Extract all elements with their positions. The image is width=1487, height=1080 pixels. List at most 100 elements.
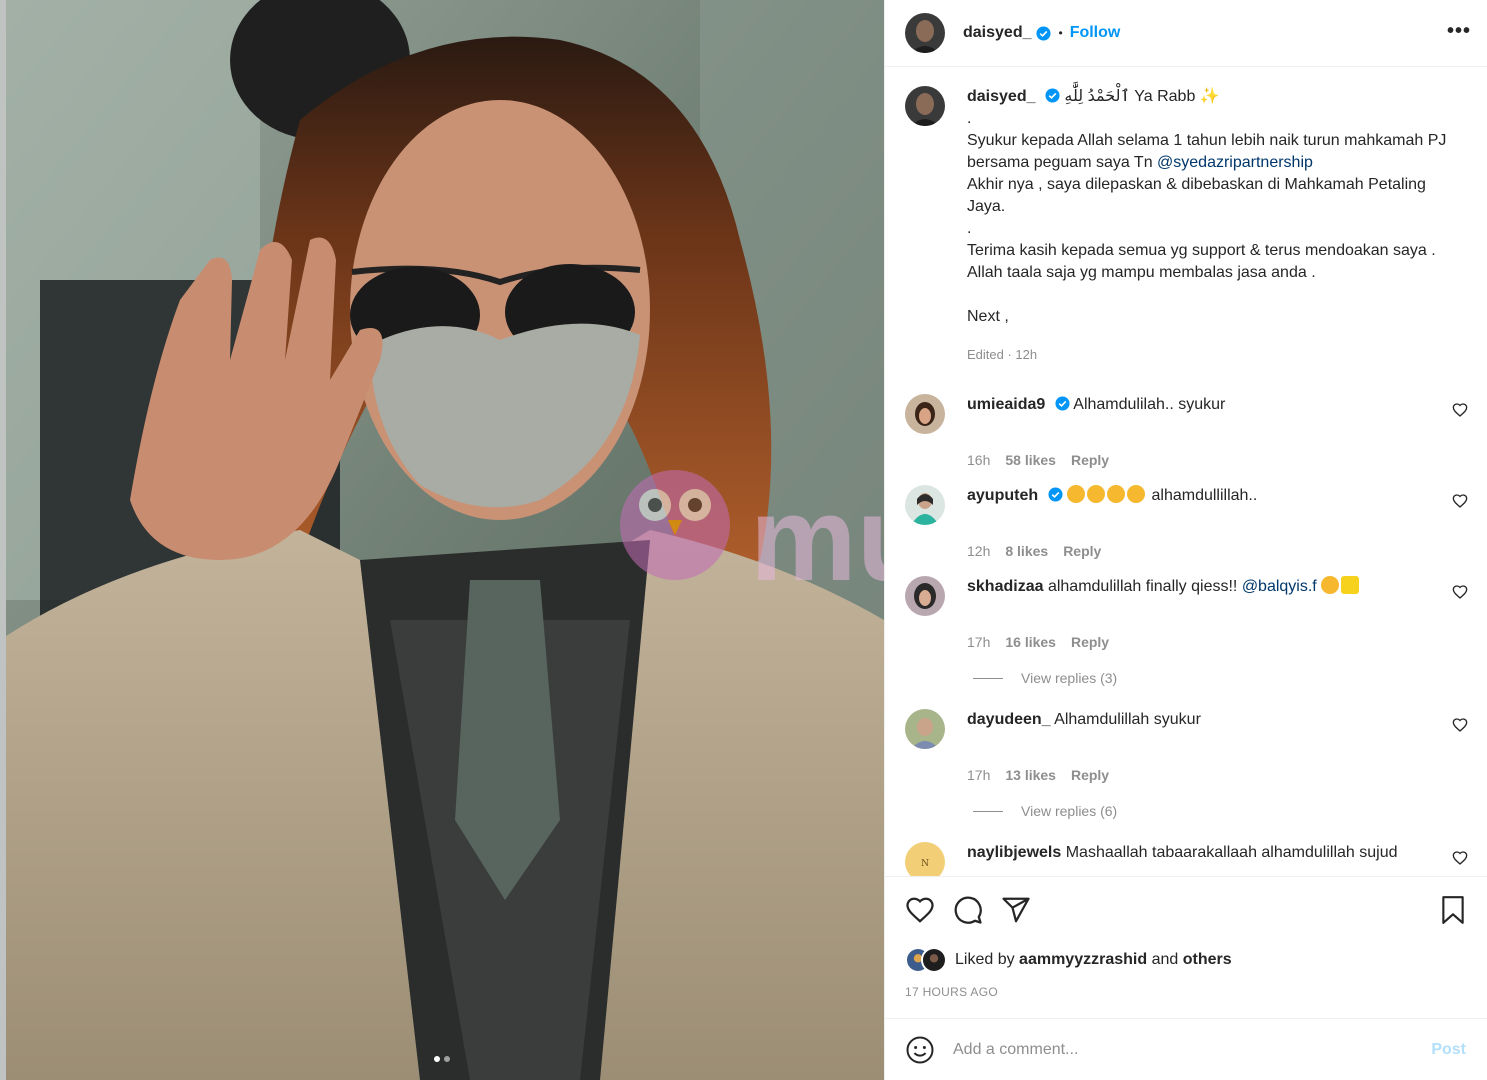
comment-text: ayuputeh alhamdullillah..	[967, 485, 1437, 507]
view-replies-button[interactable]: View replies (6)	[973, 803, 1468, 819]
watermark-text: murai	[750, 472, 884, 606]
commenter-avatar[interactable]	[905, 394, 945, 434]
comment-text: dayudeen_ Alhamdulillah syukur	[967, 709, 1437, 731]
post-actions: Liked by aammyyzzrashid and others 17 HO…	[885, 876, 1487, 1018]
caption-first-line: ٱلْحَمْدُ لِلَّٰهِ Ya Rabb ✨	[1064, 88, 1220, 105]
clap-emoji-icon	[1127, 485, 1146, 503]
comment-text: umieaida9 Alhamdulilah.. syukur	[967, 394, 1437, 416]
view-replies-label: View replies (3)	[1021, 670, 1118, 686]
clap-emoji-icon	[1087, 485, 1106, 503]
view-replies-line	[973, 677, 1003, 679]
post-comment-button[interactable]: Post	[1431, 1041, 1466, 1059]
caption-username[interactable]: daisyed_	[967, 88, 1035, 105]
comment-body: Alhamdulilah.. syukur	[1073, 396, 1226, 413]
action-icons	[905, 895, 1031, 925]
yellow-heart-emoji-icon	[1341, 576, 1360, 594]
post-side-panel: daisyed_ • Follow ••• daisyed_ ٱلْحَمْدُ…	[884, 0, 1487, 1080]
bookmark-icon[interactable]	[1440, 895, 1466, 925]
author-avatar[interactable]	[905, 13, 945, 53]
caption-paragraph-2: Terima kasih kepada semua yg support & t…	[967, 242, 1436, 281]
comment-mention[interactable]: @balqyis.f	[1242, 578, 1317, 595]
view-replies-line	[973, 810, 1003, 812]
comment-item: ayuputeh alhamdullillah.. 12h 8 likes Re…	[905, 485, 1468, 559]
carousel-dot-active[interactable]	[434, 1056, 440, 1062]
commenter-avatar[interactable]	[905, 709, 945, 749]
commenter-avatar[interactable]: N	[905, 842, 945, 876]
verified-badge-icon	[1036, 25, 1052, 41]
comment-icon[interactable]	[953, 895, 983, 925]
comment-likes[interactable]: 16 likes	[1005, 634, 1056, 650]
post-timestamp[interactable]: 17 HOURS AGO	[905, 985, 998, 999]
comment-item: N naylibjewels Mashaallah tabaarakallaah…	[905, 842, 1468, 876]
caption-paragraph-3: Next ,	[967, 308, 1009, 325]
comment-likes[interactable]: 13 likes	[1005, 767, 1056, 783]
reply-button[interactable]: Reply	[1063, 543, 1101, 559]
caption-meta: Edited · 12h	[967, 347, 1038, 362]
instagram-post: murai daisyed_ • Follow •••	[0, 0, 1487, 1080]
commenter-avatar[interactable]	[905, 576, 945, 616]
comment-likes[interactable]: 58 likes	[1005, 452, 1056, 468]
comment-username[interactable]: dayudeen_	[967, 711, 1051, 728]
comment-meta: 12h 8 likes Reply	[967, 543, 1468, 559]
caption-dot: .	[967, 220, 972, 237]
image-edge	[0, 0, 6, 1080]
clap-emoji-icon	[1067, 485, 1086, 503]
reply-button[interactable]: Reply	[1071, 452, 1109, 468]
clap-emoji-icon	[1107, 485, 1126, 503]
liked-by-user[interactable]: aammyyzzrashid	[1019, 951, 1147, 968]
reply-button[interactable]: Reply	[1071, 767, 1109, 783]
emoji-icon[interactable]	[905, 1035, 935, 1065]
add-comment-bar: Post	[885, 1018, 1487, 1080]
comment-body: Mashaallah tabaarakallaah alhamdulillah …	[1065, 844, 1398, 861]
svg-text:N: N	[921, 859, 929, 869]
verified-badge-icon	[1045, 88, 1060, 103]
caption-paragraph-1b: Akhir nya , saya dilepaskan & dibebaskan…	[967, 176, 1426, 215]
comment-time: 17h	[967, 634, 991, 650]
caption-body: daisyed_ ٱلْحَمْدُ لِلَّٰهِ Ya Rabb ✨ . …	[967, 86, 1458, 366]
post-caption: daisyed_ ٱلْحَمْدُ لِلَّٰهِ Ya Rabb ✨ . …	[885, 68, 1487, 366]
comment-meta: 17h 16 likes Reply	[967, 634, 1468, 650]
photo-illustration: murai	[0, 0, 884, 1080]
comment-username[interactable]: skhadizaa	[967, 578, 1043, 595]
reply-button[interactable]: Reply	[1071, 634, 1109, 650]
liker-avatar[interactable]	[921, 947, 947, 973]
caption-avatar[interactable]	[905, 86, 945, 126]
comment-heart-icon[interactable]	[1452, 493, 1468, 509]
comment-input[interactable]	[953, 1040, 1413, 1059]
comment-heart-icon[interactable]	[1452, 584, 1468, 600]
comment-item: skhadizaa alhamdulillah finally qiess!! …	[905, 576, 1468, 686]
heart-icon[interactable]	[905, 895, 935, 925]
view-replies-button[interactable]: View replies (3)	[973, 670, 1468, 686]
post-header: daisyed_ • Follow •••	[885, 0, 1487, 67]
header-separator: •	[1058, 26, 1063, 40]
liked-by-others[interactable]: others	[1183, 951, 1232, 968]
comment-likes[interactable]: 8 likes	[1005, 543, 1048, 559]
comment-username[interactable]: umieaida9	[967, 396, 1045, 413]
comment-time: 16h	[967, 452, 991, 468]
follow-button[interactable]: Follow	[1070, 24, 1121, 42]
comment-time: 17h	[967, 767, 991, 783]
caption-dot: .	[967, 110, 972, 127]
caption-mention[interactable]: @syedazripartnership	[1157, 154, 1313, 171]
commenter-avatar[interactable]	[905, 485, 945, 525]
author-username[interactable]: daisyed_	[963, 24, 1031, 42]
carousel-dot[interactable]	[444, 1056, 450, 1062]
comment-heart-icon[interactable]	[1452, 850, 1468, 866]
comment-text: naylibjewels Mashaallah tabaarakallaah a…	[967, 842, 1437, 864]
comment-username[interactable]: ayuputeh	[967, 487, 1038, 504]
comment-heart-icon[interactable]	[1452, 402, 1468, 418]
post-image[interactable]: murai	[0, 0, 884, 1080]
comment-body: Alhamdulillah syukur	[1054, 711, 1201, 728]
comment-heart-icon[interactable]	[1452, 717, 1468, 733]
share-icon[interactable]	[1001, 895, 1031, 925]
liked-by-avatars	[905, 947, 947, 973]
more-options-icon[interactable]: •••	[1447, 20, 1471, 43]
comment-item: umieaida9 Alhamdulilah.. syukur 16h 58 l…	[905, 394, 1468, 468]
comments-scroll-area[interactable]: daisyed_ ٱلْحَمْدُ لِلَّٰهِ Ya Rabb ✨ . …	[885, 68, 1487, 876]
liked-by: Liked by aammyyzzrashid and others	[905, 947, 1232, 973]
comment-text: skhadizaa alhamdulillah finally qiess!! …	[967, 576, 1437, 598]
liked-by-prefix: Liked by	[955, 951, 1015, 968]
comment-body: alhamdulillah finally qiess!!	[1047, 578, 1242, 595]
comment-username[interactable]: naylibjewels	[967, 844, 1061, 861]
liked-by-text: Liked by aammyyzzrashid and others	[955, 951, 1232, 969]
